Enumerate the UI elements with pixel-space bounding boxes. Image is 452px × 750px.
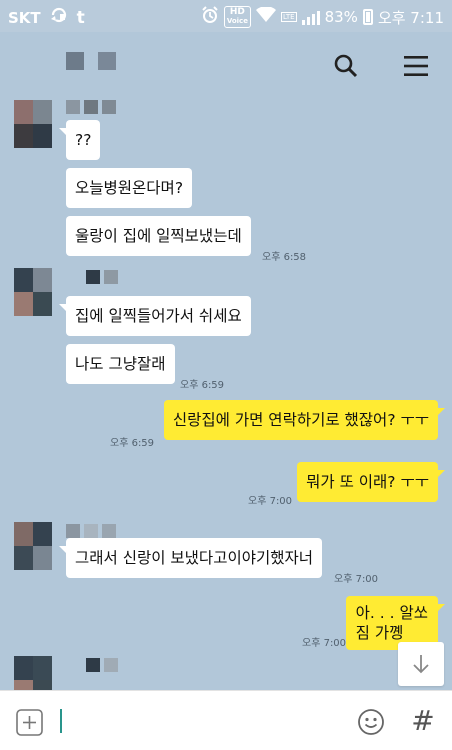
message-text: 그래서 신랑이 보냈다고이야기했자너 (75, 549, 314, 567)
scroll-to-bottom-button[interactable] (398, 642, 444, 686)
message-text: 집에 일찍들어가서 쉬세요 (75, 307, 242, 325)
signal-icon (301, 9, 320, 25)
hashtag-button[interactable]: # (408, 705, 438, 737)
battery-percent: 83% (324, 8, 358, 26)
smiley-icon (358, 709, 384, 735)
voice-label: Voice (226, 17, 248, 25)
message-time: 오후 7:00 (302, 638, 347, 649)
hash-icon: # (411, 704, 435, 737)
avatar[interactable] (14, 522, 52, 570)
menu-icon (404, 56, 428, 76)
message-time: 오후 6:58 (262, 252, 307, 263)
message-text: 신랑집에 가면 연락하기로 했잖어? ㅜㅜ (172, 411, 429, 429)
emoticon-button[interactable] (357, 708, 385, 736)
message-bubble[interactable]: 울랑이 집에 일찍보냈는데 (66, 216, 251, 256)
message-time: 오후 7:00 (334, 574, 379, 585)
sync-icon (49, 6, 69, 29)
message-bubble[interactable]: ?? (58, 120, 101, 160)
text-caret (60, 709, 62, 733)
message-bubble[interactable]: 오늘병원온다며? (66, 168, 193, 208)
message-text-line2: 짐 가꼥 (355, 624, 404, 642)
search-icon (334, 54, 358, 78)
message-input[interactable] (60, 705, 350, 737)
clock: 오후 7:11 (377, 8, 444, 27)
search-button[interactable] (332, 52, 360, 80)
avatar[interactable] (14, 100, 52, 148)
message-bubble[interactable]: 그래서 신랑이 보냈다고이야기했자너 (58, 538, 323, 578)
battery-icon (362, 9, 373, 25)
message-bubble-outgoing[interactable]: 뭐가 또 이래? ㅜㅜ (297, 462, 445, 502)
message-text: 울랑이 집에 일찍보냈는데 (75, 227, 242, 245)
message-input-bar: # (0, 690, 452, 750)
sender-name-blurred (86, 270, 118, 284)
attach-button[interactable] (16, 709, 43, 736)
message-bubble[interactable]: 집에 일찍들어가서 쉬세요 (59, 296, 251, 336)
avatar[interactable] (14, 656, 52, 690)
talk-icon: t (76, 7, 85, 28)
message-time: 오후 6:59 (110, 438, 155, 449)
message-text: 나도 그냥잘래 (75, 355, 166, 373)
hd-label: HD (229, 7, 245, 17)
chat-area[interactable]: ?? 오늘병원온다며? 울랑이 집에 일찍보냈는데 오후 6:58 집에 일찍들… (0, 98, 452, 690)
message-bubble[interactable]: 나도 그냥잘래 (66, 344, 175, 384)
status-bar: SKT t HD Voice LTE 83% 오후 7:11 (0, 0, 452, 32)
avatar[interactable] (14, 268, 52, 316)
plus-icon (16, 709, 43, 736)
chat-title-blurred (66, 52, 116, 70)
message-text: 뭐가 또 이래? ㅜㅜ (306, 473, 429, 491)
lte-label: LTE (280, 12, 297, 22)
wifi-icon (255, 6, 276, 27)
message-bubble-outgoing[interactable]: 신랑집에 가면 연락하기로 했잖어? ㅜㅜ (163, 400, 446, 440)
sender-name-blurred (86, 658, 118, 672)
message-time: 오후 6:59 (180, 380, 225, 391)
menu-button[interactable] (402, 52, 430, 80)
chat-header (0, 32, 452, 98)
carrier-label: SKT (8, 8, 41, 27)
message-text: ?? (75, 131, 92, 149)
sender-name-blurred (66, 524, 116, 538)
alarm-icon (201, 6, 219, 28)
arrow-down-icon (413, 655, 429, 674)
message-time: 오후 7:00 (248, 496, 293, 507)
hd-voice-badge: HD Voice (223, 6, 251, 28)
message-text: 오늘병원온다며? (75, 179, 184, 197)
sender-name-blurred (66, 100, 116, 114)
message-text-line1: 아. . . 알쏘 (355, 604, 428, 622)
